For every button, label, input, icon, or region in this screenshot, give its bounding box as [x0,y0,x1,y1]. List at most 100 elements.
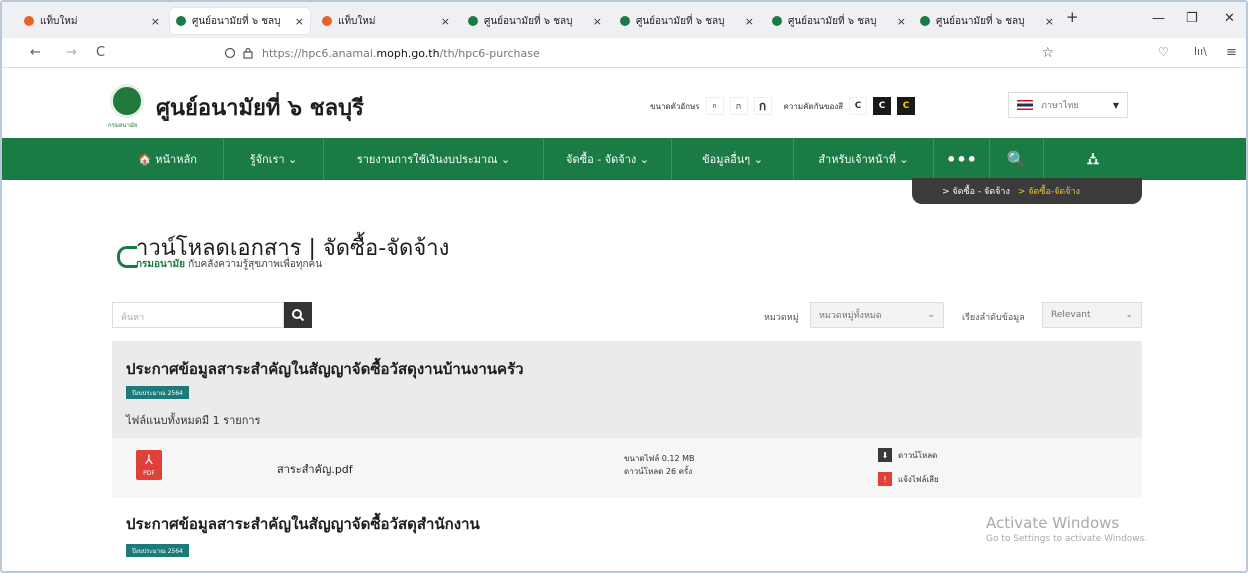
font-small-button[interactable]: ก [705,97,724,115]
menu-home[interactable]: 🏠 หน้าหลัก [112,138,224,180]
tab-label: ศูนย์อนามัยที่ ๖ ชลบุ [788,15,877,27]
close-icon[interactable]: × [151,15,160,28]
menu-budget-report[interactable]: รายงานการใช้เงินงบประมาณ ⌄ [324,138,544,180]
language-select[interactable]: ภาษาไทย ▼ [1008,92,1128,118]
breadcrumb-current: > จัดซื้อ-จัดจ้าง [1017,187,1080,197]
close-window-icon[interactable]: ✕ [1224,11,1235,26]
close-icon[interactable]: × [295,15,304,28]
heading-bracket-icon [117,246,137,268]
document-title[interactable]: ประกาศข้อมูลสาระสำคัญในสัญญาจัดซื้อวัสดุ… [126,357,524,381]
browser-window: แท็บใหม่ × ศูนย์อนามัยที่ ๖ ชลบุ × แท็บใ… [0,0,1248,573]
menu-about[interactable]: รู้จักเรา ⌄ [224,138,324,180]
search-icon [292,309,305,322]
tab-site[interactable]: ศูนย์อนามัยที่ ๖ ชลบุ × [614,8,760,34]
sort-label: เรียงลำดับข้อมูล [962,313,1025,323]
menu-more-icon[interactable]: ••• [934,138,990,180]
menu-procurement[interactable]: จัดซื้อ - จัดจ้าง ⌄ [544,138,672,180]
search-button[interactable] [284,302,312,328]
accessibility-tools: ขนาดตัวอักษร ก ก ก ความคัดกันของสี C C C [650,96,916,116]
site-icon [772,16,782,26]
tab-label: ศูนย์อนามัยที่ ๖ ชลบุ [484,15,573,27]
library-icon[interactable]: lıı\ [1194,45,1207,58]
tab-site[interactable]: ศูนย์อนามัยที่ ๖ ชลบุ × [766,8,912,34]
file-size: ขนาดไฟล์ 0.12 MB [624,454,695,463]
address-bar[interactable]: https://hpc6.anamai. moph.go.th/th/hpc6-p… [224,42,1054,64]
font-large-button[interactable]: ก [753,97,772,115]
download-label: ดาวน์โหลด [898,450,938,460]
tab-site[interactable]: ศูนย์อนามัยที่ ๖ ชลบุ × [462,8,608,34]
breadcrumb-parent[interactable]: > จัดซื้อ - จัดจ้าง [942,184,1010,198]
thai-flag-icon [1017,100,1033,110]
subtitle-text: กับคลังความรู้สุขภาพเพื่อทุกคน [184,259,323,270]
pdf-icon-label: PDF [143,470,155,477]
file-name[interactable]: สาระสำคัญ.pdf [277,460,353,478]
minimize-icon[interactable]: — [1152,11,1165,26]
site-icon [468,16,478,26]
tab-site[interactable]: ศูนย์อนามัยที่ ๖ ชลบุ × [914,8,1060,34]
report-broken-file-button[interactable]: ! แจ้งไฟล์เสีย [878,472,939,486]
download-count: ดาวน์โหลด 26 ครั้ง [624,467,693,476]
site-title[interactable]: ศูนย์อนามัยที่ ๖ ชลบุรี [156,90,364,125]
star-icon[interactable]: ☆ [1041,45,1054,61]
url-domain: moph.go.th [376,46,440,60]
tab-active[interactable]: ศูนย์อนามัยที่ ๖ ชลบุ × [170,8,310,34]
site-icon [176,16,186,26]
url-path: /th/hpc6-purchase [439,46,540,60]
tab-label: ศูนย์อนามัยที่ ๖ ชลบุ [936,15,1025,27]
report-label: แจ้งไฟล์เสีย [898,474,939,484]
department-logo-icon[interactable] [110,84,144,118]
navigation-bar: ← → C https://hpc6.anamai. moph.go.th/th/… [2,38,1246,68]
back-icon[interactable]: ← [30,45,41,60]
contrast-label: ความคัดกันของสี [783,101,844,111]
tab-label: แท็บใหม่ [338,15,376,27]
contrast-normal-button[interactable]: C [849,97,868,115]
document-item: ประกาศข้อมูลสาระสำคัญในสัญญาจัดซื้อวัสดุ… [112,341,1142,438]
close-icon[interactable]: × [1045,15,1054,28]
page-subtitle: กรมอนามัย กับคลังความรู้สุขภาพเพื่อทุกคน [136,257,322,272]
chevron-down-icon: ⌄ [927,310,935,320]
main-menu: 🏠 หน้าหลัก รู้จักเรา ⌄ รายงานการใช้เงินง… [2,138,1246,180]
close-icon[interactable]: × [897,15,906,28]
download-button[interactable]: ⬇ ดาวน์โหลด [878,448,937,462]
file-meta: ขนาดไฟล์ 0.12 MB ดาวน์โหลด 26 ครั้ง [624,452,695,478]
download-icon: ⬇ [878,448,892,462]
menu-sitemap-icon[interactable]: ⛼ [1044,138,1142,180]
menu-staff[interactable]: สำหรับเจ้าหน้าที่ ⌄ [794,138,934,180]
font-medium-button[interactable]: ก [729,97,748,115]
tab-new-2[interactable]: แท็บใหม่ × [316,8,456,34]
tab-label: ศูนย์อนามัยที่ ๖ ชลบุ [636,15,725,27]
sort-select[interactable]: Relevant ⌄ [1042,302,1142,328]
tab-label: แท็บใหม่ [40,15,78,27]
file-count: ไฟล์แนบทั้งหมดมี 1 รายการ [126,414,261,427]
site-header: กรมอนามัย ศูนย์อนามัยที่ ๖ ชลบุรี ขนาดตั… [2,68,1246,138]
contrast-yellow-button[interactable]: C [897,97,916,115]
close-icon[interactable]: × [593,15,602,28]
tab-label: ศูนย์อนามัยที่ ๖ ชลบุ [192,15,281,27]
firefox-icon [24,16,34,26]
category-value: หมวดหมู่ทั้งหมด [819,311,882,321]
windows-activation-watermark: Activate Windows Go to Settings to activ… [986,514,1147,544]
category-select[interactable]: หมวดหมู่ทั้งหมด ⌄ [810,302,944,328]
chevron-down-icon: ▼ [1112,100,1119,110]
reload-icon[interactable]: C [96,45,105,60]
site-icon [920,16,930,26]
close-icon[interactable]: × [441,15,450,28]
document-title[interactable]: ประกาศข้อมูลสาระสำคัญในสัญญาจัดซื้อวัสดุ… [126,512,480,536]
search-input[interactable]: ค้นหา [112,302,284,328]
menu-other-info[interactable]: ข้อมูลอื่นๆ ⌄ [672,138,794,180]
category-label: หมวดหมู่ [764,313,799,323]
subtitle-brand: กรมอนามัย [136,259,185,270]
menu-icon[interactable]: ≡ [1226,45,1237,60]
new-tab-button[interactable]: + [1066,8,1079,26]
close-icon[interactable]: × [745,15,754,28]
shield-icon[interactable] [224,47,236,59]
warning-icon: ! [878,472,892,486]
lock-icon[interactable] [242,47,254,59]
file-row: ⅄ PDF สาระสำคัญ.pdf ขนาดไฟล์ 0.12 MB ดาว… [112,438,1142,498]
pocket-icon[interactable]: ♡ [1158,45,1169,59]
contrast-dark-button[interactable]: C [873,97,892,115]
restore-icon[interactable]: ❐ [1186,11,1198,26]
forward-icon[interactable]: → [66,45,77,60]
menu-search-icon[interactable]: 🔍 [990,138,1044,180]
tab-new-1[interactable]: แท็บใหม่ × [18,8,166,34]
